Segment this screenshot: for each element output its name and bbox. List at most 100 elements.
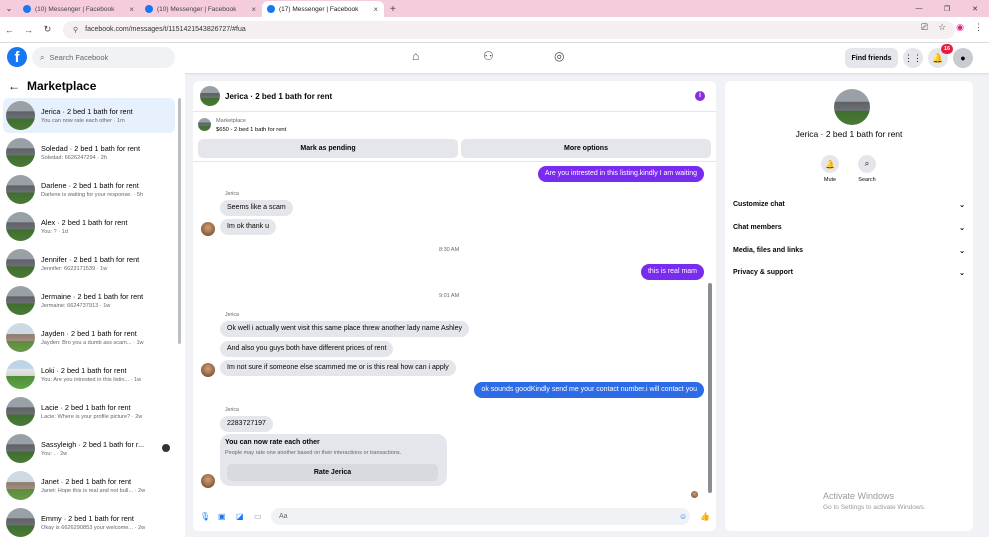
mute-button[interactable]: 🔔 Mute [810, 155, 850, 183]
chat-title[interactable]: Jerica · 2 bed 1 bath for rent [225, 92, 332, 101]
listing-thumbnail [6, 471, 35, 500]
listing-thumbnail [6, 212, 35, 241]
listing-price[interactable]: $650 - 2 bed 1 bath for rent [216, 127, 286, 133]
url-field[interactable]: ⚲ facebook.com/messages/t/11514215438267… [63, 20, 955, 39]
rate-card-title: You can now rate each other [225, 439, 320, 446]
forward-arrow-icon[interactable]: → [19, 25, 38, 35]
account-avatar[interactable]: ● [953, 48, 973, 68]
reload-icon[interactable]: ↻ [38, 24, 57, 35]
sender-avatar[interactable] [201, 222, 215, 236]
more-options-button[interactable]: More options [461, 139, 711, 158]
conversation-item[interactable]: Jerica · 2 bed 1 bath for rent You can no… [3, 98, 175, 133]
marketplace-listing-bar: Marketplace $650 - 2 bed 1 bath for rent… [193, 113, 716, 162]
rate-jerica-button[interactable]: Rate Jerica [227, 464, 438, 481]
like-thumb-icon[interactable]: 👍 [700, 512, 710, 521]
home-icon[interactable]: ⌂ [412, 49, 419, 63]
menu-grid-icon[interactable]: ⋮⋮ [903, 48, 923, 68]
conversation-item[interactable]: Jennifer · 2 bed 1 bath for rent Jennifer… [3, 246, 175, 281]
chat-scrollbar[interactable] [708, 118, 712, 493]
listing-thumbnail [6, 286, 35, 315]
listing-thumbnail[interactable] [198, 118, 211, 131]
conversation-item[interactable]: Janet · 2 bed 1 bath for rent Janet: Hope… [3, 468, 175, 503]
conversation-name: Jermaine · 2 bed 1 bath for rent [41, 292, 144, 301]
outgoing-message[interactable]: ok sounds goodKindly send me your contac… [474, 382, 704, 398]
friends-icon[interactable]: ⚇ [483, 49, 494, 63]
privacy-support-row[interactable]: Privacy & support ⌄ [733, 269, 965, 277]
conversation-item[interactable]: Jayden · 2 bed 1 bath for rent Jayden: Br… [3, 320, 175, 355]
conversation-item[interactable]: Lacie · 2 bed 1 bath for rent Lacie: Wher… [3, 394, 175, 429]
groups-icon[interactable]: ◎ [554, 49, 564, 63]
tab-search-chevron-icon[interactable]: ⌄ [0, 0, 18, 17]
facebook-favicon-icon [145, 5, 153, 13]
close-window-icon[interactable]: ✕ [961, 5, 989, 13]
info-icon[interactable]: i [695, 91, 705, 101]
conversation-item[interactable]: Alex · 2 bed 1 bath for rent You: ? · 1d [3, 209, 175, 244]
conversation-item[interactable]: Emmy · 2 bed 1 bath for rent Okay is 6626… [3, 505, 175, 537]
find-friends-button[interactable]: Find friends [845, 48, 898, 68]
conversation-item[interactable]: Darlene · 2 bed 1 bath for rent Darlene i… [3, 172, 175, 207]
outgoing-message[interactable]: this is real mam [640, 264, 704, 280]
incoming-message[interactable]: 2283727197 [220, 416, 273, 432]
profile-icon[interactable]: ◉ [956, 22, 964, 33]
browser-menu-icon[interactable]: ⋮ [974, 22, 983, 33]
outgoing-message[interactable]: Are you intrested in this listing.kindly… [537, 166, 704, 182]
facebook-favicon-icon [267, 5, 275, 13]
incoming-message[interactable]: Seems like a scam [220, 200, 293, 216]
conversation-info-panel: Jerica · 2 bed 1 bath for rent 🔔 Mute ⌕ … [725, 81, 973, 531]
search-conversation-button[interactable]: ⌕ Search [847, 155, 887, 183]
gif-icon[interactable]: ▭ [254, 512, 262, 521]
site-settings-icon[interactable]: ⚲ [73, 26, 78, 34]
conversation-preview: Jermaine: 6624737913 · 1w [41, 303, 111, 309]
incoming-message[interactable]: Ok well i actually went visit this same … [220, 321, 469, 337]
customize-chat-row[interactable]: Customize chat ⌄ [733, 201, 965, 209]
chat-members-row[interactable]: Chat members ⌄ [733, 224, 965, 232]
message-input[interactable]: Aa [271, 508, 690, 525]
microphone-icon[interactable]: 🎙 [200, 512, 210, 521]
browser-tab-1[interactable]: (10) Messenger | Facebook × [18, 1, 140, 17]
media-files-links-row[interactable]: Media, files and links ⌄ [733, 247, 965, 255]
sender-avatar[interactable] [201, 363, 215, 377]
close-tab-icon[interactable]: × [251, 5, 256, 14]
row-label: Privacy & support [733, 269, 793, 276]
listing-thumbnail [6, 434, 35, 463]
browser-tab-3-active[interactable]: (17) Messenger | Facebook × [262, 1, 384, 17]
bell-icon: 🔔 [821, 155, 839, 173]
incoming-message[interactable]: Im not sure if someone else scammed me o… [220, 360, 456, 376]
mark-as-pending-button[interactable]: Mark as pending [198, 139, 458, 158]
chat-scroll-thumb[interactable] [708, 283, 712, 493]
watermark-line2: Go to Settings to activate Windows. [823, 504, 926, 511]
facebook-logo-icon[interactable]: f [7, 47, 27, 67]
listing-thumbnail [6, 323, 35, 352]
conversation-item[interactable]: Soledad · 2 bed 1 bath for rent Soledad: … [3, 135, 175, 170]
back-arrow-icon[interactable]: ← [8, 79, 20, 93]
back-arrow-icon[interactable]: ← [0, 25, 19, 35]
incoming-message[interactable]: Im ok thank u [220, 219, 277, 235]
sidebar-scrollbar[interactable] [178, 98, 181, 344]
close-tab-icon[interactable]: × [129, 5, 134, 14]
search-input[interactable]: ⌕ Search Facebook [32, 47, 175, 68]
conversation-item[interactable]: Sassyleigh · 2 bed 1 bath for r... You: .… [3, 431, 175, 466]
minimize-icon[interactable]: — [905, 5, 933, 12]
rate-button-label: Rate Jerica [313, 469, 352, 476]
incoming-message[interactable]: And also you guys both have different pr… [220, 341, 394, 357]
sender-name: Jerica [225, 191, 239, 197]
new-tab-plus-icon[interactable]: + [390, 4, 396, 15]
listing-thumbnail [6, 397, 35, 426]
sender-avatar[interactable] [201, 474, 215, 488]
photo-icon[interactable]: ▣ [218, 512, 226, 521]
message-timestamp: 9:01 AM [439, 293, 460, 299]
cast-icon[interactable]: ⎚ [921, 22, 928, 33]
browser-tab-2[interactable]: (10) Messenger | Facebook × [140, 1, 262, 17]
bookmark-star-icon[interactable]: ☆ [938, 22, 946, 33]
conversation-item[interactable]: Jermaine · 2 bed 1 bath for rent Jermaine… [3, 283, 175, 318]
sticker-icon[interactable]: ◪ [236, 512, 244, 521]
close-tab-icon[interactable]: × [373, 5, 378, 14]
emoji-icon[interactable]: ☺ [679, 512, 687, 521]
restore-icon[interactable]: ❐ [933, 5, 961, 13]
conversation-name: Jerica · 2 bed 1 bath for rent [41, 107, 133, 116]
chat-header: Jerica · 2 bed 1 bath for rent i [193, 81, 716, 112]
chat-listing-thumbnail[interactable] [200, 86, 220, 106]
conversation-item[interactable]: Loki · 2 bed 1 bath for rent You: Are you… [3, 357, 175, 392]
search-placeholder: Search Facebook [49, 53, 109, 62]
info-listing-thumbnail[interactable] [834, 89, 870, 125]
